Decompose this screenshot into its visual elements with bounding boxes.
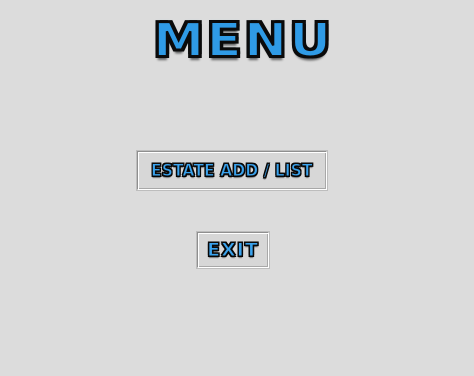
exit-button[interactable]: EXIT — [197, 232, 269, 268]
exit-label: EXIT — [207, 239, 259, 262]
estate-add-list-button[interactable]: ESTATE ADD / LIST — [137, 151, 327, 190]
estate-add-list-label: ESTATE ADD / LIST — [151, 160, 313, 181]
menu-title: MENU — [152, 12, 334, 68]
